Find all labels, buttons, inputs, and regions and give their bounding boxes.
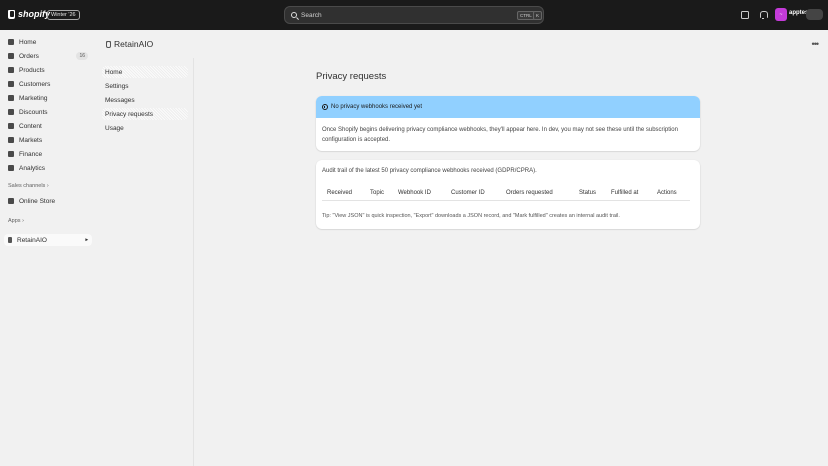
audit-card: Audit trail of the latest 50 privacy com… [316, 160, 700, 229]
sidebar-item-label: Finance [19, 150, 43, 158]
search-placeholder: Search [301, 11, 322, 19]
target-icon [8, 95, 14, 101]
sidebar-item-discounts[interactable]: Discounts [4, 106, 92, 118]
app-subnav: Home Settings Messages Privacy requests … [96, 58, 194, 466]
shopify-bag-icon [8, 9, 15, 19]
col-topic: Topic [370, 190, 385, 196]
col-fulfilled-at: Fulfilled at [611, 190, 639, 196]
chart-icon [8, 165, 14, 171]
sidebar-item-label: Markets [19, 136, 43, 144]
sidebar-item-label: RetainAIO [17, 236, 47, 244]
discount-icon [8, 109, 14, 115]
app-title-text: RetainAIO [114, 39, 154, 49]
sidebar-item-label: Discounts [19, 108, 48, 116]
account-menu[interactable] [806, 9, 823, 20]
sidebar-item-label: Orders [19, 52, 39, 60]
sidebar-item-label: Customers [19, 80, 51, 88]
sidebar-item-label: Products [19, 66, 45, 74]
orders-icon [8, 53, 14, 59]
sidebar-item-orders[interactable]: Orders 16 [4, 50, 92, 62]
sidebar-item-label: Marketing [19, 94, 48, 102]
subnav-settings[interactable]: Settings [102, 80, 188, 92]
bank-icon [8, 151, 14, 157]
sidebar-item-label: Content [19, 122, 42, 130]
bell-icon[interactable] [759, 11, 768, 20]
col-customer-id: Customer ID [451, 190, 485, 196]
app-bag-icon [106, 40, 111, 48]
col-orders-requested: Orders requested [506, 190, 553, 196]
orders-count-badge: 16 [76, 52, 88, 60]
content-icon [8, 123, 14, 129]
sidebar-item-analytics[interactable]: Analytics [4, 162, 92, 174]
sidebar-item-markets[interactable]: Markets [4, 134, 92, 146]
search-icon [291, 12, 297, 18]
col-received: Received [327, 190, 353, 196]
sidebar-item-finance[interactable]: Finance [4, 148, 92, 160]
chevron-right-icon: › [46, 183, 49, 189]
banner-body: Once Shopify begins delivering privacy c… [322, 127, 678, 143]
sidebar-item-home[interactable]: Home [4, 36, 92, 48]
globe-icon [8, 137, 14, 143]
edition-badge[interactable]: Winter '26 [47, 10, 80, 20]
kbd-k: K [533, 11, 543, 20]
section-label: Apps [8, 218, 21, 224]
pin-icon[interactable]: ▸ [85, 237, 88, 243]
main-area: Home Orders 16 Products Customers Marketi… [0, 30, 828, 466]
sidebar-item-retainaio[interactable]: RetainAIO ▸ [4, 234, 92, 246]
more-actions-icon[interactable]: ••• [812, 39, 820, 49]
brand-name: shopify [18, 9, 51, 19]
table-header: Received Topic Webhook ID Customer ID Or… [322, 189, 690, 201]
info-banner: No privacy webhooks received yet [316, 96, 700, 118]
audit-intro: Audit trail of the latest 50 privacy com… [322, 168, 537, 174]
info-icon [322, 104, 328, 110]
avatar[interactable]: ~ [775, 8, 787, 21]
sidebar-item-label: Analytics [19, 164, 46, 172]
subnav-privacy-requests[interactable]: Privacy requests [102, 108, 188, 120]
app-header: RetainAIO ••• [96, 30, 828, 58]
page-content: Privacy requests No privacy webhooks rec… [194, 58, 828, 466]
sidebar: Home Orders 16 Products Customers Marketi… [0, 30, 96, 466]
page-title: Privacy requests [316, 71, 387, 82]
store-icon[interactable] [741, 11, 749, 19]
subnav-home[interactable]: Home [102, 66, 188, 78]
sales-channels-heading[interactable]: Sales channels › [8, 183, 49, 189]
storefront-icon [8, 198, 14, 204]
sidebar-item-marketing[interactable]: Marketing [4, 92, 92, 104]
banner-title: No privacy webhooks received yet [331, 104, 423, 110]
col-actions: Actions [657, 190, 677, 196]
search-input[interactable]: Search CTRL K [284, 6, 544, 24]
sidebar-item-content[interactable]: Content [4, 120, 92, 132]
top-bar: shopify Winter '26 Search CTRL K ~ appte… [0, 0, 828, 30]
tag-icon [8, 67, 14, 73]
app-title: RetainAIO [106, 39, 153, 49]
chevron-right-icon: › [22, 218, 24, 224]
apps-heading[interactable]: Apps › [8, 218, 24, 224]
home-icon [8, 39, 14, 45]
sidebar-item-label: Home [19, 38, 37, 46]
shopify-logo[interactable]: shopify [8, 9, 50, 19]
app-icon [8, 237, 12, 243]
subnav-usage[interactable]: Usage [102, 122, 188, 134]
subnav-messages[interactable]: Messages [102, 94, 188, 106]
col-status: Status [579, 190, 597, 196]
sidebar-item-label: Online Store [19, 197, 56, 205]
sidebar-item-products[interactable]: Products [4, 64, 92, 76]
col-webhook-id: Webhook ID [398, 190, 431, 196]
person-icon [8, 81, 14, 87]
info-banner-card: No privacy webhooks received yet Once Sh… [316, 96, 700, 151]
tip-text: Tip: "View JSON" is quick inspection, "E… [322, 213, 620, 219]
sidebar-item-customers[interactable]: Customers [4, 78, 92, 90]
section-label: Sales channels [8, 183, 46, 189]
sidebar-item-online-store[interactable]: Online Store [4, 195, 92, 207]
